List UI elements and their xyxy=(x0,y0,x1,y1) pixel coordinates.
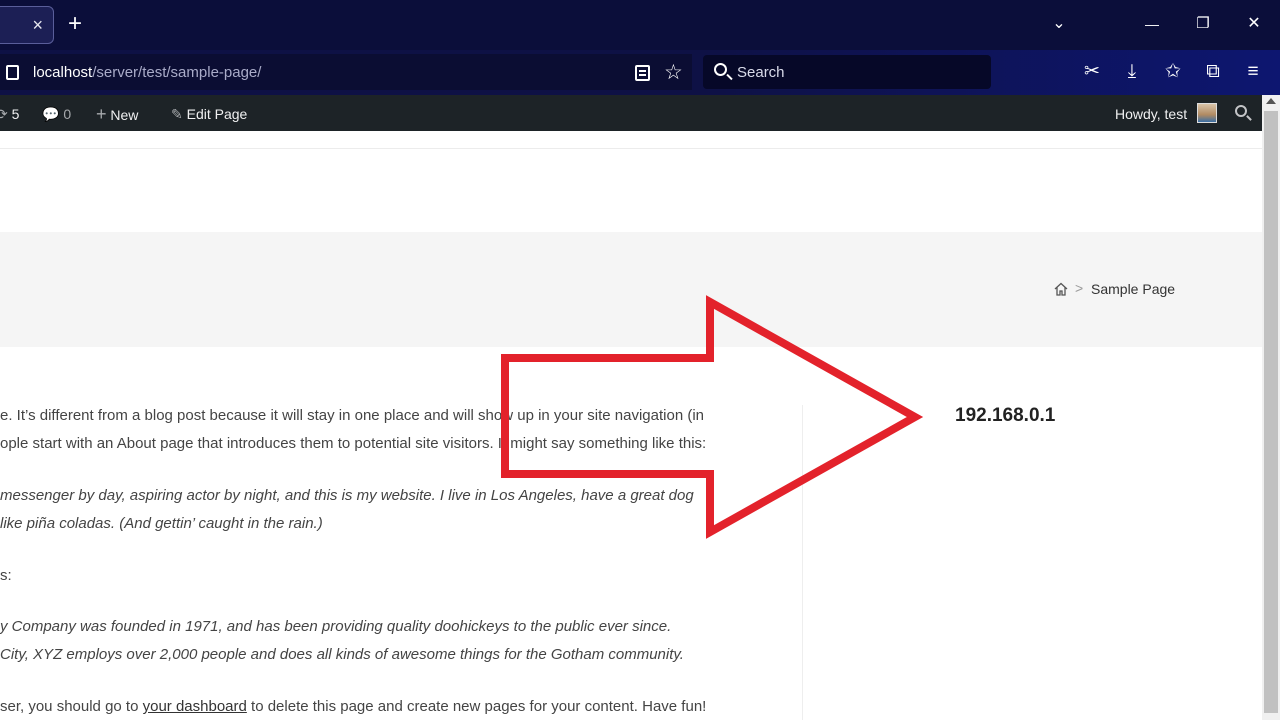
edit-page-label: Edit Page xyxy=(186,106,248,122)
active-tab[interactable]: × xyxy=(0,6,54,44)
scrollbar[interactable] xyxy=(1262,95,1280,720)
updates-count: 5 xyxy=(11,106,20,122)
menu-icon[interactable]: ≡ xyxy=(1241,61,1265,83)
new-tab-button[interactable]: + xyxy=(68,12,82,36)
url-host: localhost xyxy=(33,64,93,81)
updates-item[interactable]: ⟳ 5 xyxy=(0,105,19,123)
page-title-banner xyxy=(0,232,1262,347)
ip-address-text: 192.168.0.1 xyxy=(955,405,1056,426)
downloads-icon[interactable]: ⤓ xyxy=(1120,61,1144,83)
breadcrumb-current: Sample Page xyxy=(1091,281,1176,297)
scroll-thumb[interactable] xyxy=(1264,111,1278,713)
comments-item[interactable]: 💬 0 xyxy=(42,105,71,123)
new-label: New xyxy=(110,107,139,123)
wp-admin-bar: ⟳ 5 💬 0 + New ✎ Edit Page Howdy, test xyxy=(0,95,1262,131)
column-divider xyxy=(802,405,803,720)
restore-icon[interactable]: ❐ xyxy=(1191,12,1215,36)
dashboard-link[interactable]: your dashboard xyxy=(143,698,247,715)
edit-page-item[interactable]: ✎ Edit Page xyxy=(171,105,247,123)
new-content-item[interactable]: + New xyxy=(96,105,138,124)
content-line: s: xyxy=(0,567,12,584)
list-all-tabs-icon[interactable]: ⌄ xyxy=(1047,12,1071,36)
browser-tab-strip: × + ⌄ — ❐ ✕ xyxy=(0,0,1280,50)
navigation-bar: localhost/server/test/sample-page/ ☆ Sea… xyxy=(0,50,1280,95)
breadcrumb-separator: > xyxy=(1075,280,1084,296)
header-divider xyxy=(0,148,1262,149)
updates-icon: ⟳ xyxy=(0,106,8,122)
pencil-icon: ✎ xyxy=(171,106,183,122)
admin-search-icon[interactable] xyxy=(1235,105,1247,117)
url-text[interactable]: localhost/server/test/sample-page/ xyxy=(33,64,261,81)
reader-view-icon[interactable] xyxy=(635,65,650,81)
avatar[interactable] xyxy=(1197,103,1217,123)
scroll-up-arrow-icon[interactable] xyxy=(1266,98,1276,104)
quote-line: messenger by day, aspiring actor by nigh… xyxy=(0,487,694,504)
tab-close-icon[interactable]: × xyxy=(32,15,43,35)
comments-icon: 💬 xyxy=(42,106,60,122)
minimize-icon[interactable]: — xyxy=(1140,12,1164,36)
search-input[interactable]: Search xyxy=(703,55,991,89)
final-text-after: to delete this page and create new pages… xyxy=(246,698,707,715)
quote-line: like piña coladas. (And gettin’ caught i… xyxy=(0,515,323,532)
content-line: ople start with an About page that intro… xyxy=(0,435,707,452)
screenshot-icon[interactable]: ✂ xyxy=(1080,61,1104,83)
quote-line: y Company was founded in 1971, and has b… xyxy=(0,618,672,635)
comments-count: 0 xyxy=(63,106,72,122)
window-close-icon[interactable]: ✕ xyxy=(1242,12,1266,36)
content-line: e. It’s different from a blog post becau… xyxy=(0,407,704,424)
content-line-final: ser, you should go to your dashboard to … xyxy=(0,693,706,720)
search-placeholder: Search xyxy=(737,64,785,81)
extensions-icon[interactable]: ⧉ xyxy=(1201,61,1225,83)
account-greeting[interactable]: Howdy, test xyxy=(1115,105,1187,123)
quote-line: City, XYZ employs over 2,000 people and … xyxy=(0,646,684,663)
bookmarks-icon[interactable]: ✩ xyxy=(1161,61,1185,83)
home-icon[interactable] xyxy=(1053,281,1069,297)
address-bar[interactable]: localhost/server/test/sample-page/ ☆ xyxy=(0,54,692,90)
search-icon xyxy=(714,63,727,76)
bookmark-star-icon[interactable]: ☆ xyxy=(664,61,683,85)
plus-icon: + xyxy=(96,104,107,124)
url-path: /server/test/sample-page/ xyxy=(92,64,262,81)
page-info-icon[interactable] xyxy=(6,65,19,80)
final-text-before: ser, you should go to xyxy=(0,698,143,715)
